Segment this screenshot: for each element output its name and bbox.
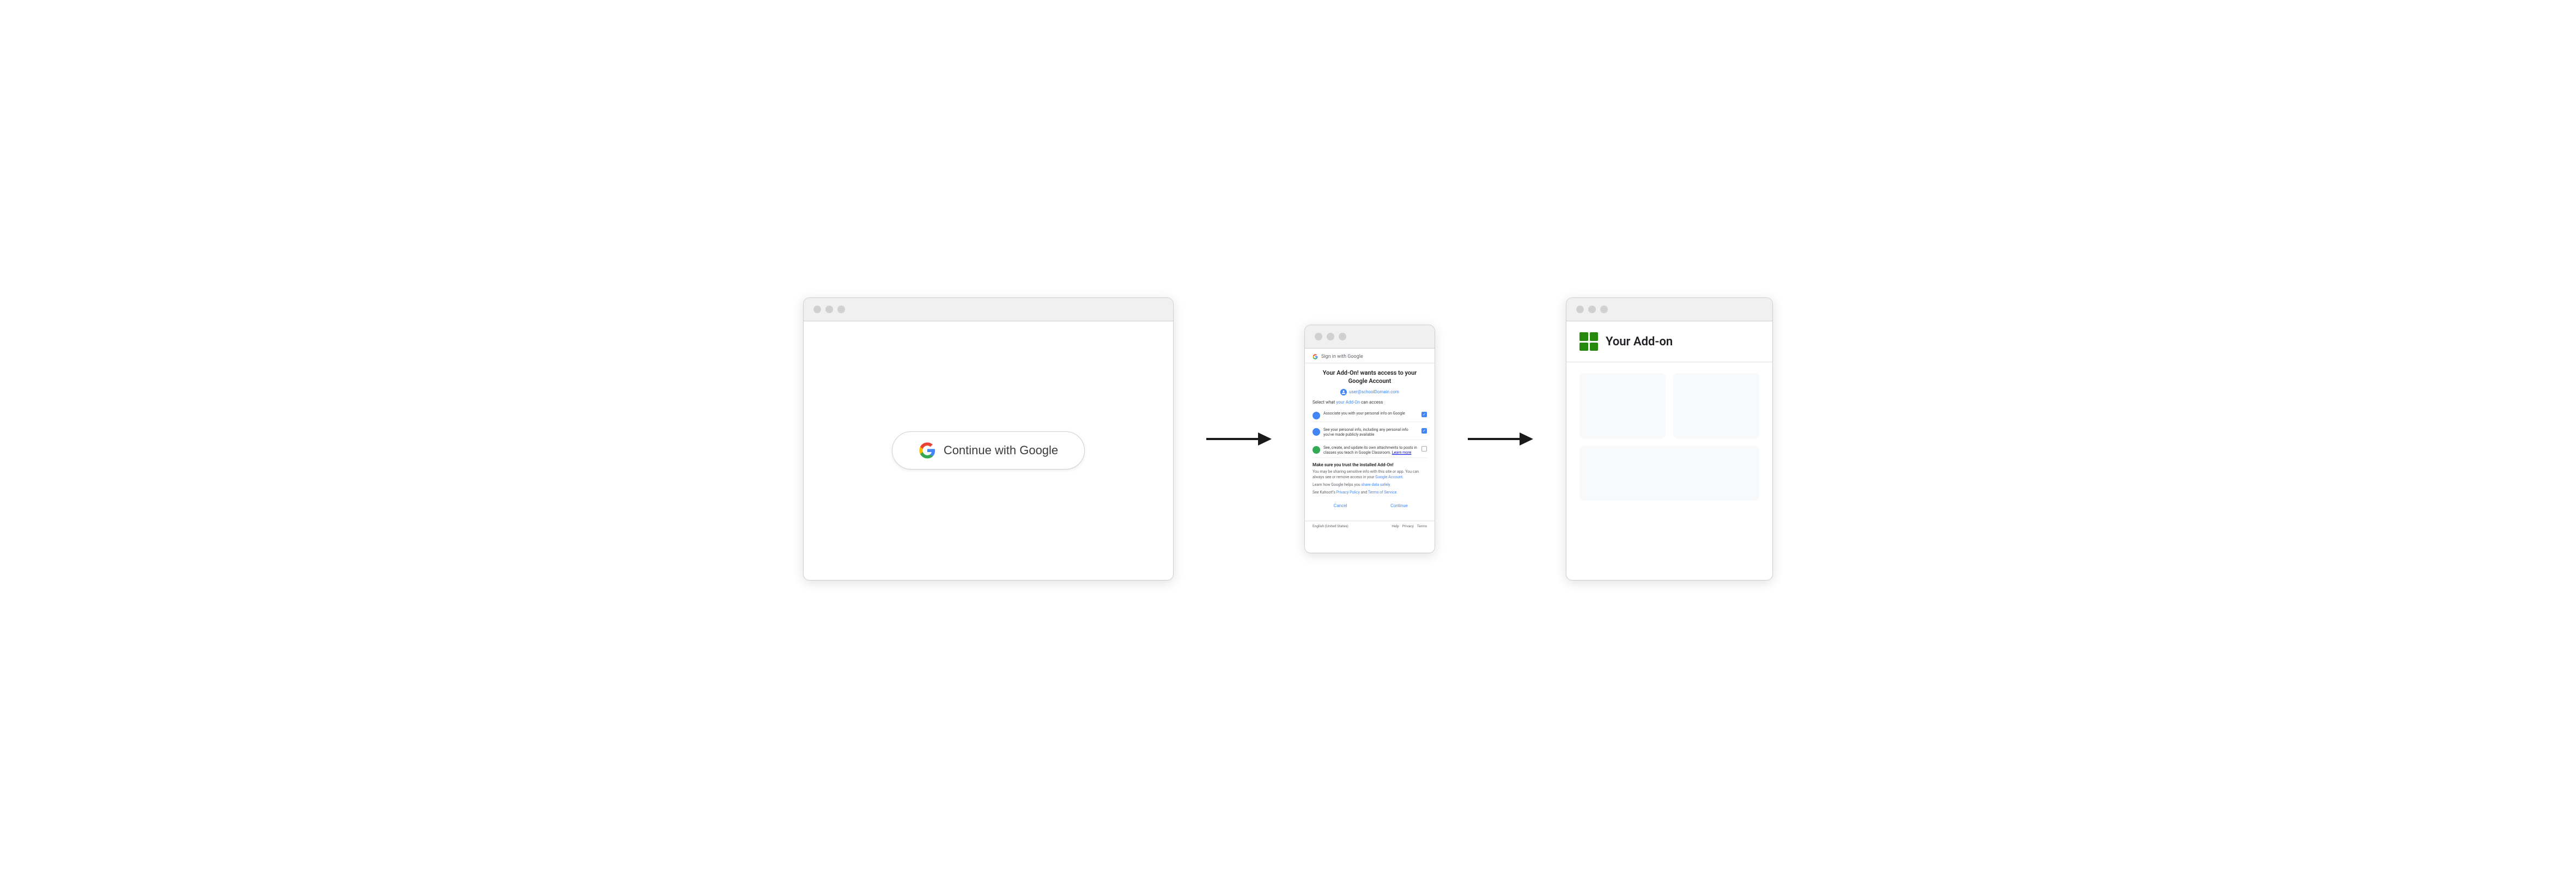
browser-window-2: Sign in with Google Your Add-On! wants a… <box>1304 325 1435 553</box>
google-icon <box>919 442 936 459</box>
continue-with-google-label: Continue with Google <box>944 443 1058 458</box>
share-data-link[interactable]: share data safely <box>1361 483 1390 487</box>
window-dot-red-3 <box>1576 306 1584 313</box>
flow-container: Continue with Google <box>0 254 2576 624</box>
oauth-select-text: Select what your Add-On can access <box>1313 400 1427 405</box>
oauth-trust-section: Make sure you trust the installed Add-On… <box>1313 462 1427 495</box>
oauth-dialog: Sign in with Google Your Add-On! wants a… <box>1305 349 1435 552</box>
oauth-footer: English (United States) Help Privacy Ter… <box>1305 521 1435 531</box>
browser-content-3: Your Add-on <box>1566 321 1772 580</box>
learn-more-link[interactable]: Learn more <box>1392 450 1411 455</box>
select-label: Select what <box>1313 400 1336 405</box>
addon-header: Your Add-on <box>1566 321 1772 362</box>
permission-item-1: Associate you with your personal info on… <box>1313 409 1427 422</box>
window-dot-yellow-3 <box>1588 306 1596 313</box>
window-dot-green <box>837 306 845 313</box>
continue-with-google-button[interactable]: Continue with Google <box>892 431 1085 470</box>
terms-of-service-link[interactable]: Terms of Service <box>1368 490 1396 495</box>
permission-check-1[interactable] <box>1421 412 1427 417</box>
footer-terms[interactable]: Terms <box>1417 524 1427 528</box>
permission-check-3[interactable] <box>1421 446 1427 452</box>
account-email: user@schoolDomain.com <box>1349 389 1399 394</box>
footer-help[interactable]: Help <box>1392 524 1399 528</box>
trust-title: Make sure you trust the installed Add-On… <box>1313 462 1427 467</box>
browser-window-3: Your Add-on <box>1566 297 1773 581</box>
oauth-actions: Cancel Continue <box>1313 501 1427 515</box>
footer-privacy[interactable]: Privacy <box>1402 524 1414 528</box>
permission-text-2: See your personal info, including any pe… <box>1323 428 1418 437</box>
trust-text-2: Learn how Google helps you share data sa… <box>1313 483 1427 488</box>
browser-content-2: Sign in with Google Your Add-On! wants a… <box>1305 349 1435 552</box>
browser-content-1: Continue with Google <box>804 321 1173 580</box>
permission-check-2[interactable] <box>1421 428 1427 434</box>
oauth-main-title: Your Add-On! wants access to your Google… <box>1313 369 1427 386</box>
oauth-cancel-button[interactable]: Cancel <box>1313 501 1368 511</box>
addon-card-3 <box>1579 446 1759 501</box>
permission-item-2: See your personal info, including any pe… <box>1313 425 1427 440</box>
addon-body <box>1566 362 1772 511</box>
permission-icon-3 <box>1313 446 1320 454</box>
addon-card-1 <box>1579 373 1666 438</box>
window-dot-red-2 <box>1315 333 1322 340</box>
oauth-header: Sign in with Google <box>1305 349 1435 363</box>
titlebar-1 <box>804 298 1173 321</box>
account-avatar-icon <box>1340 389 1347 395</box>
oauth-body: Your Add-On! wants access to your Google… <box>1305 363 1435 521</box>
arrow-1 <box>1206 428 1272 450</box>
permission-item-3: See, create, and update its own attachme… <box>1313 443 1427 458</box>
addon-title: Your Add-on <box>1606 335 1673 349</box>
google-account-link[interactable]: Google Account <box>1375 475 1402 479</box>
addon-link[interactable]: your Add-On <box>1336 400 1360 405</box>
permission-icon-2 <box>1313 428 1320 436</box>
window-dot-green-2 <box>1339 333 1346 340</box>
oauth-account: user@schoolDomain.com <box>1313 389 1427 395</box>
footer-links: Help Privacy Terms <box>1392 524 1427 528</box>
oauth-header-title: Sign in with Google <box>1321 354 1363 359</box>
trust-text-1: You may be sharing sensitive info with t… <box>1313 470 1427 480</box>
arrow-2 <box>1468 428 1533 450</box>
window-dot-yellow <box>825 306 833 313</box>
google-small-icon <box>1313 354 1318 359</box>
titlebar-3 <box>1566 298 1772 321</box>
trust-text-3: See Kahoot!'s Privacy Policy and Terms o… <box>1313 490 1427 496</box>
logo-cell-bl <box>1579 343 1588 351</box>
window-dot-yellow-2 <box>1327 333 1334 340</box>
select-label2: can access <box>1360 400 1383 405</box>
permission-icon-1 <box>1313 412 1320 419</box>
permission-text-3: See, create, and update its own attachme… <box>1323 446 1418 455</box>
addon-card-2 <box>1673 373 1759 438</box>
privacy-policy-link[interactable]: Privacy Policy <box>1336 490 1360 495</box>
titlebar-2 <box>1305 325 1435 349</box>
arrow-icon-2 <box>1468 428 1533 450</box>
permission-text-1: Associate you with your personal info on… <box>1323 411 1418 416</box>
arrow-icon-1 <box>1206 428 1272 450</box>
logo-cell-tl <box>1579 332 1588 341</box>
logo-cell-tr <box>1590 332 1599 341</box>
window-dot-red <box>813 306 821 313</box>
logo-cell-br <box>1590 343 1599 351</box>
footer-language: English (United States) <box>1313 524 1348 528</box>
oauth-continue-button[interactable]: Continue <box>1371 501 1427 511</box>
window-dot-green-3 <box>1600 306 1608 313</box>
kahoot-addon-logo <box>1579 332 1598 351</box>
browser-window-1: Continue with Google <box>803 297 1174 581</box>
